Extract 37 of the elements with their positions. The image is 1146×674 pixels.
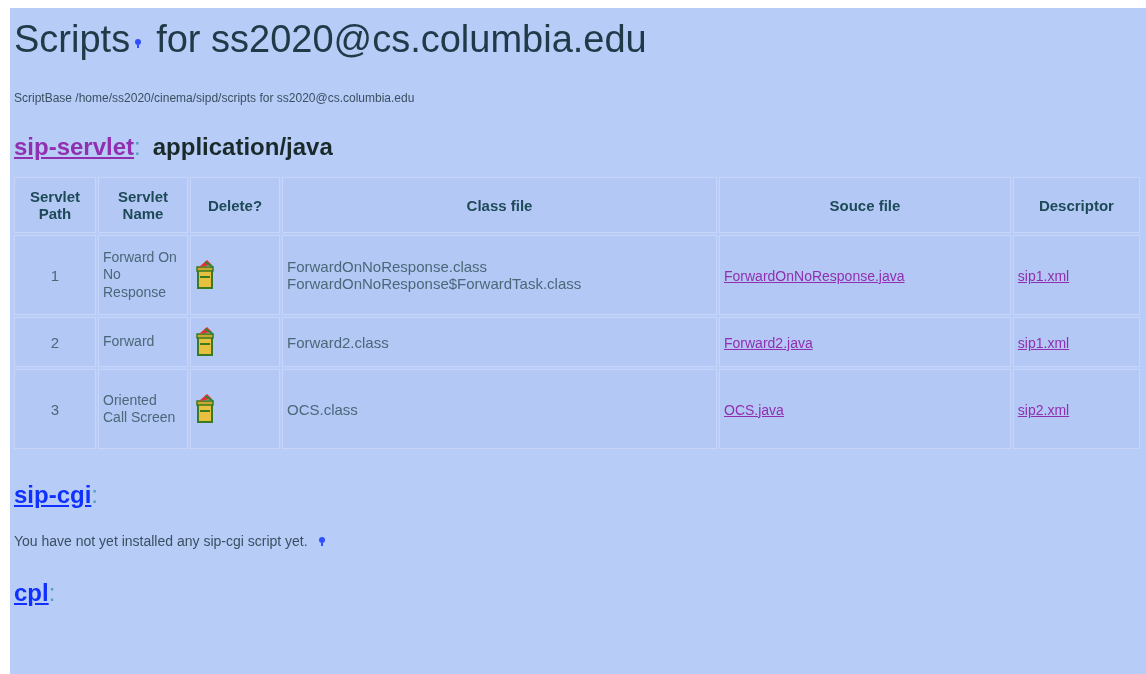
page-title: Scripts [14,18,131,61]
section-colon: : [48,579,56,607]
class-file-list: ForwardOnNoResponse.class ForwardOnNoResponse$ForwardTask.class [282,235,717,315]
mime-type: application/java [152,133,333,161]
help-icon[interactable] [317,536,326,546]
table-cell: 3 [14,369,96,449]
descriptor-link[interactable]: sip1.xml [1017,267,1070,284]
help-icon[interactable] [134,37,143,48]
table-cell: Oriented Call Screen [98,369,188,449]
source-file-link[interactable]: OCS.java [724,401,784,418]
column-header: Souce file [719,177,1011,233]
trash-can-icon[interactable] [195,325,215,356]
table-cell: 2 [14,317,96,367]
source-file-link[interactable]: ForwardOnNoResponse.java [724,267,905,284]
column-header: Delete? [190,177,280,233]
empty-message: You have not yet installed any sip-cgi script yet. [14,533,308,549]
column-header: Servlet Path [14,177,96,233]
table-cell: Forward [98,317,188,367]
descriptor-link[interactable]: sip2.xml [1017,401,1070,418]
column-header: Descriptor [1012,177,1140,233]
script-base-path: ScriptBase /home/ss2020/cinema/sipd/scripts for ss2020@cs.columbia.edu [14,91,416,105]
section-link[interactable]: sip-cgi [14,481,92,509]
table-cell: 1 [14,235,96,315]
descriptor-link[interactable]: sip1.xml [1017,334,1070,351]
section-link[interactable]: sip-servlet [14,133,135,161]
section-link[interactable]: cpl [14,579,49,607]
class-file-list: OCS.class [282,369,717,449]
section-colon: : [91,481,98,509]
class-file-list: Forward2.class [282,317,717,367]
table-cell: Forward On No Response [98,235,188,315]
trash-can-icon[interactable] [195,258,215,289]
column-header: Servlet Name [98,177,188,233]
page-title-user: for ss2020@cs.columbia.edu [156,18,647,61]
source-file-link[interactable]: Forward2.java [724,334,813,351]
column-header: Class file [282,177,717,233]
section-colon: : [134,133,141,161]
trash-can-icon[interactable] [195,392,215,423]
